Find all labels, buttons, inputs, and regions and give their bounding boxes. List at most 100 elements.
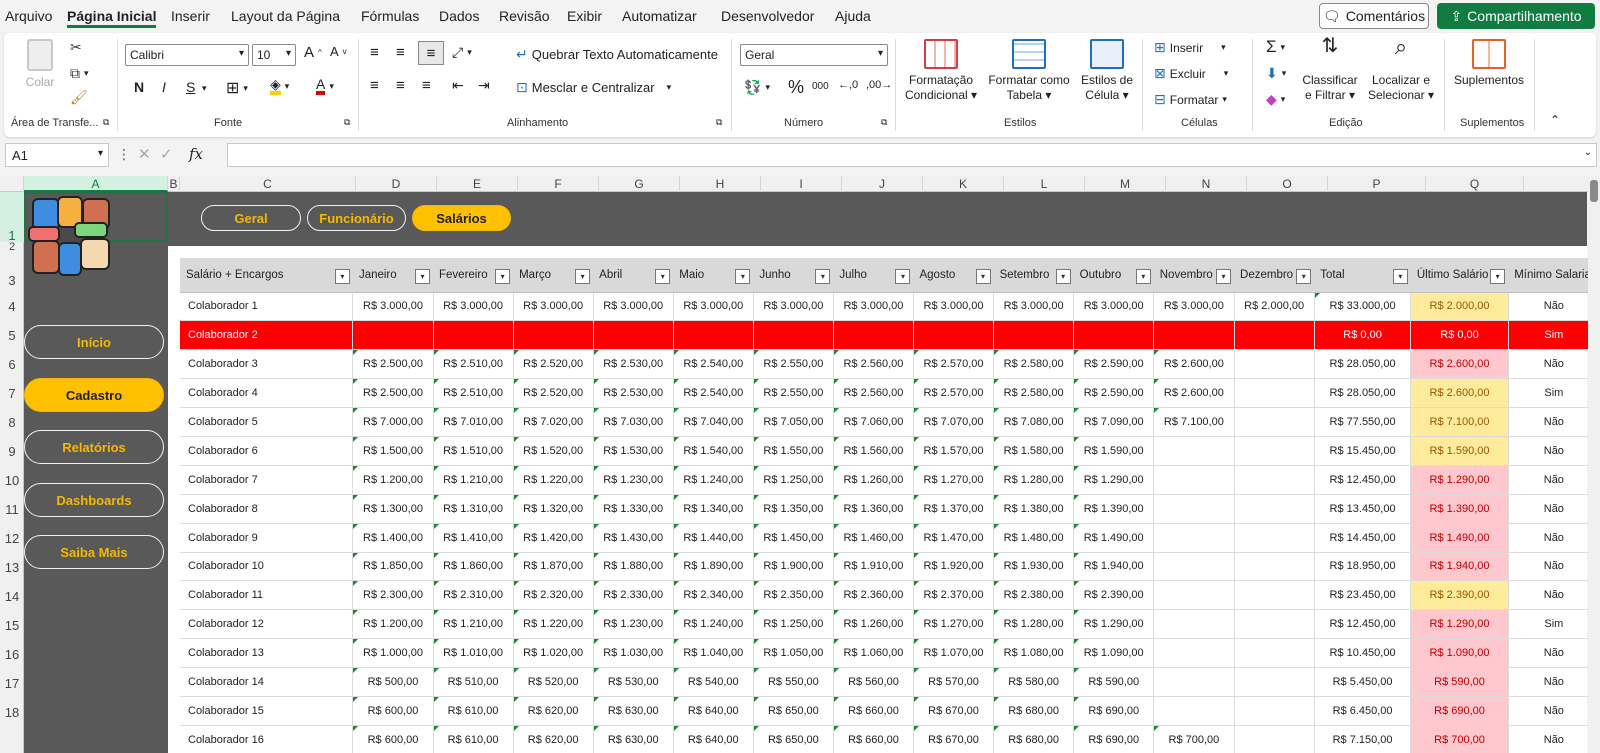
table-cell[interactable]: R$ 1.860,00 [433,552,514,582]
table-cell[interactable]: R$ 680,00 [993,725,1075,753]
column-header-o[interactable]: O [1247,176,1328,192]
filter-dropdown-icon[interactable]: ▾ [334,269,350,284]
employee-name-cell[interactable]: Colaborador 2 [180,320,354,351]
table-cell[interactable]: R$ 620,00 [513,725,594,753]
table-cell[interactable]: R$ 1.090,00 [1073,638,1155,669]
table-cell[interactable]: R$ 12.450,00 [1314,609,1412,640]
table-cell[interactable]: R$ 1.430,00 [593,523,674,553]
table-cell[interactable] [1234,696,1315,726]
clear-icon[interactable]: ◆ ▾ [1266,91,1285,108]
table-cell[interactable]: R$ 2.520,00 [513,378,594,409]
table-cell[interactable]: R$ 1.000,00 [352,638,434,669]
column-header-i[interactable]: I [761,176,842,192]
table-cell[interactable]: R$ 1.450,00 [753,523,834,553]
table-cell[interactable] [433,320,514,351]
table-cell[interactable] [1153,320,1235,351]
table-cell[interactable]: Não [1508,638,1600,669]
table-cell[interactable] [1234,609,1315,640]
font-size-select[interactable]: 10 ▾ [252,44,296,66]
table-cell[interactable]: R$ 690,00 [1073,696,1155,726]
column-header-h[interactable]: H [680,176,761,192]
table-cell[interactable]: R$ 1.290,00 [1073,465,1155,495]
delete-cells-button[interactable]: ⊠ Excluir ▾ [1154,65,1228,82]
row-header-10[interactable]: 10 [0,462,24,491]
table-cell[interactable] [993,320,1075,351]
table-cell[interactable]: R$ 1.440,00 [673,523,754,553]
table-cell[interactable]: R$ 1.270,00 [913,609,995,640]
table-cell[interactable]: R$ 2.310,00 [433,580,514,611]
row-header-1[interactable]: 1 [0,192,24,243]
table-cell[interactable]: R$ 0,00 [1314,320,1412,351]
table-cell[interactable]: R$ 18.950,00 [1314,552,1412,582]
table-cell[interactable]: R$ 3.000,00 [352,292,434,322]
table-cell[interactable]: R$ 1.350,00 [753,494,834,524]
table-cell[interactable]: R$ 1.420,00 [513,523,594,553]
table-cell[interactable]: R$ 1.280,00 [993,465,1075,495]
table-cell[interactable]: R$ 1.300,00 [352,494,434,524]
table-cell[interactable]: R$ 7.010,00 [433,407,514,437]
collapse-ribbon-icon[interactable]: ⌃ [1550,113,1560,127]
format-cells-button[interactable]: ⊟ Formatar ▾ [1154,91,1227,108]
table-cell[interactable]: R$ 1.470,00 [913,523,995,553]
filter-dropdown-icon[interactable]: ▾ [1135,269,1151,284]
table-cell[interactable]: R$ 2.520,00 [513,349,594,380]
table-cell[interactable]: Não [1508,667,1600,697]
cell-styles-button[interactable]: Estilos de Célula ▾ [1077,39,1137,103]
table-cell[interactable] [913,320,995,351]
table-cell[interactable]: Não [1508,292,1600,322]
table-cell[interactable]: R$ 1.560,00 [833,436,914,466]
table-cell[interactable]: R$ 7.040,00 [673,407,754,437]
table-cell[interactable]: R$ 2.510,00 [433,378,514,409]
comments-button[interactable]: 🗨 Comentários [1319,3,1429,29]
table-cell[interactable]: R$ 1.080,00 [993,638,1075,669]
table-cell[interactable] [1234,349,1315,380]
align-top-icon[interactable]: ≡ [370,44,379,61]
table-cell[interactable]: R$ 700,00 [1153,725,1235,753]
table-cell[interactable]: R$ 10.450,00 [1314,638,1412,669]
column-header-f[interactable]: F [518,176,599,192]
table-cell[interactable]: R$ 2.600,00 [1410,378,1509,409]
table-cell[interactable] [1153,552,1235,582]
table-cell[interactable]: R$ 1.890,00 [673,552,754,582]
check-icon[interactable]: ✓ [160,145,173,163]
table-cell[interactable]: R$ 660,00 [833,725,914,753]
table-cell[interactable]: R$ 3.000,00 [833,292,914,322]
table-cell[interactable]: R$ 1.230,00 [593,609,674,640]
table-cell[interactable]: Sim [1508,609,1600,640]
table-cell[interactable]: R$ 560,00 [833,667,914,697]
table-cell[interactable] [1153,580,1235,611]
filter-dropdown-icon[interactable]: ▾ [575,269,591,284]
table-cell[interactable]: R$ 2.540,00 [673,378,754,409]
menu-layout[interactable]: Layout da Página [231,8,340,24]
share-button[interactable]: ⇪ Compartilhamento [1437,3,1595,29]
increase-indent-icon[interactable]: ⇥ [478,77,490,94]
table-cell[interactable]: R$ 1.020,00 [513,638,594,669]
table-cell[interactable]: R$ 7.090,00 [1073,407,1155,437]
merge-center-button[interactable]: ⊡ Mesclar e Centralizar ▾ [516,79,671,96]
table-cell[interactable] [1153,436,1235,466]
row-header-9[interactable]: 9 [0,433,24,462]
table-cell[interactable]: R$ 1.210,00 [433,465,514,495]
table-cell[interactable]: Não [1508,494,1600,524]
italic-button[interactable]: I [162,79,166,95]
table-cell[interactable] [1234,552,1315,582]
row-header-2[interactable]: 2 [0,242,24,253]
table-cell[interactable]: R$ 1.260,00 [833,609,914,640]
autosum-icon[interactable]: Σ ▾ [1266,37,1285,57]
table-cell[interactable]: R$ 1.030,00 [593,638,674,669]
table-cell[interactable]: R$ 6.450,00 [1314,696,1412,726]
table-cell[interactable]: Não [1508,407,1600,437]
table-cell[interactable]: R$ 7.000,00 [352,407,434,437]
table-cell[interactable]: R$ 7.100,00 [1153,407,1235,437]
table-cell[interactable]: R$ 2.550,00 [753,349,834,380]
menu-inserir[interactable]: Inserir [171,8,210,24]
table-cell[interactable]: Não [1508,436,1600,466]
column-header-p[interactable]: P [1328,176,1426,192]
align-middle-icon[interactable]: ≡ [396,44,405,61]
table-cell[interactable]: R$ 1.390,00 [1410,494,1509,524]
table-cell[interactable]: R$ 0,00 [1410,320,1509,351]
table-cell[interactable]: Não [1508,696,1600,726]
table-cell[interactable]: R$ 2.580,00 [993,349,1075,380]
table-cell[interactable]: R$ 15.450,00 [1314,436,1412,466]
row-header-4[interactable]: 4 [0,288,24,317]
